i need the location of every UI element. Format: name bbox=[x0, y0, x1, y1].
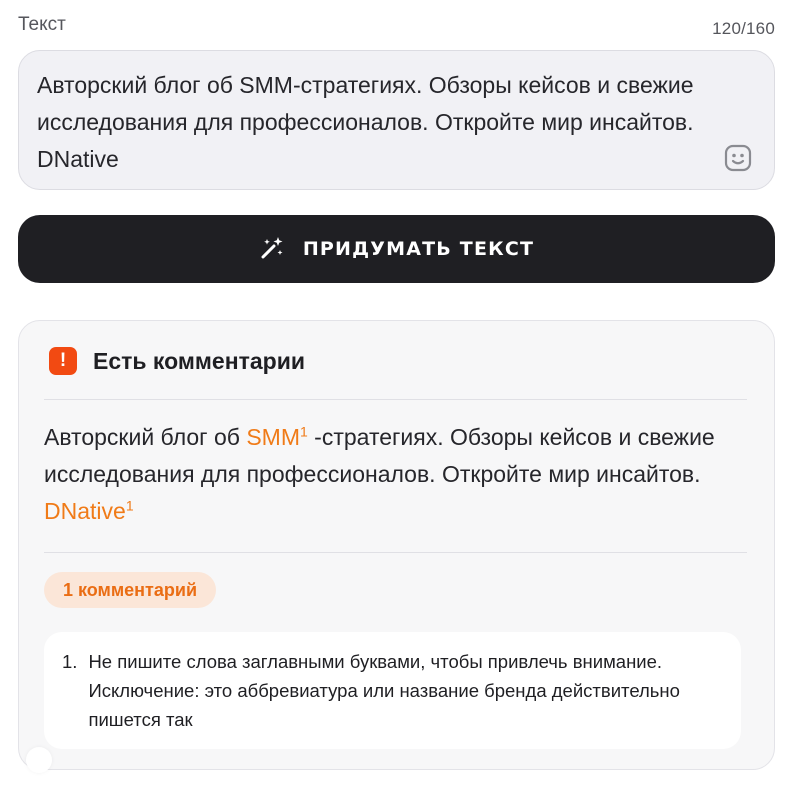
highlight-word: SMM bbox=[246, 424, 300, 450]
smile-icon[interactable] bbox=[724, 144, 752, 172]
comment-reference: 1 bbox=[299, 423, 308, 440]
comments-title: Есть комментарии bbox=[93, 347, 305, 374]
magic-wand-icon bbox=[259, 235, 285, 264]
comment-reference: 1 bbox=[125, 497, 134, 514]
highlight-word: DNative bbox=[44, 498, 126, 524]
comments-panel: ! Есть комментарии Авторский блог об SMM… bbox=[18, 320, 775, 770]
checked-text: Авторский блог об SMM1 -стратегиях. Обзо… bbox=[44, 419, 734, 530]
comment-count-badge: 1 комментарий bbox=[44, 572, 217, 608]
list-item: 1. Не пишите слова заглавными буквами, ч… bbox=[62, 647, 723, 734]
text-input-value[interactable]: Авторский блог об SMM-стратегиях. Обзоры… bbox=[37, 67, 714, 178]
divider bbox=[44, 552, 747, 553]
exclamation-icon: ! bbox=[49, 347, 77, 375]
text-input[interactable]: Авторский блог об SMM-стратегиях. Обзоры… bbox=[18, 50, 775, 190]
decorative-dot bbox=[26, 747, 52, 773]
comments-header: ! Есть комментарии bbox=[49, 347, 305, 375]
comment-number: 1. bbox=[62, 651, 78, 672]
text-field-label: Текст bbox=[18, 14, 66, 35]
highlight-dnative[interactable]: DNative1 bbox=[44, 498, 134, 524]
comment-text: Не пишите слова заглавными буквами, чтоб… bbox=[88, 651, 680, 730]
highlight-smm[interactable]: SMM1 bbox=[246, 424, 307, 450]
checked-text-part: Авторский блог об bbox=[44, 424, 247, 450]
divider bbox=[44, 399, 747, 400]
generate-text-button[interactable]: ПРИДУМАТЬ ТЕКСТ bbox=[18, 215, 775, 283]
comment-item: 1. Не пишите слова заглавными буквами, ч… bbox=[44, 632, 741, 749]
character-counter: 120/160 bbox=[712, 19, 775, 38]
generate-button-label: ПРИДУМАТЬ ТЕКСТ bbox=[302, 238, 535, 260]
